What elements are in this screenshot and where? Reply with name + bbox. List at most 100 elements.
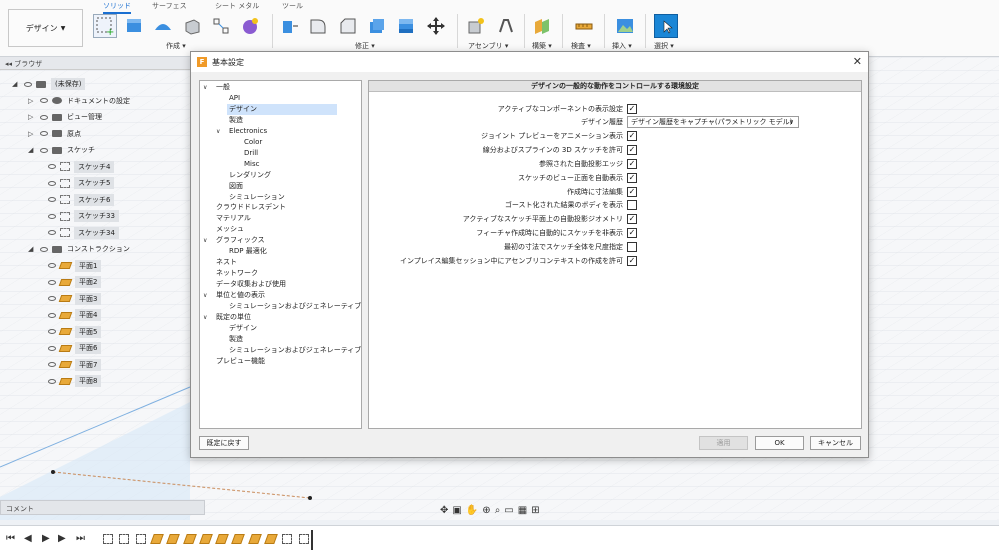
visibility-eye-icon[interactable] — [48, 213, 56, 219]
browser-item[interactable]: 平面2 — [48, 275, 102, 289]
tree-node[interactable]: ∨ 単位と値の表示 — [203, 290, 265, 301]
browser-item[interactable]: ◢ コンストラクション — [28, 242, 130, 256]
tree-node[interactable]: データ収集および使用 — [214, 279, 286, 290]
browser-item[interactable]: ◢ スケッチ — [28, 143, 95, 157]
timeline-plane-icon[interactable] — [166, 534, 181, 544]
tree-node[interactable]: デザイン — [227, 323, 257, 334]
setting-checkbox[interactable] — [627, 200, 637, 211]
visibility-eye-icon[interactable] — [48, 329, 56, 334]
tree-node[interactable]: シミュレーションおよびジェネレーティブ デザイン — [227, 345, 361, 356]
browser-item[interactable]: スケッチ5 — [48, 176, 115, 190]
timeline-plane-icon[interactable] — [182, 534, 197, 544]
visibility-eye-icon[interactable] — [48, 180, 56, 186]
chevron-down-icon[interactable]: ∨ — [203, 312, 207, 323]
visibility-eye-icon[interactable] — [40, 131, 48, 136]
browser-item[interactable]: スケッチ33 — [48, 209, 119, 223]
expand-icon[interactable]: ◢ — [12, 80, 20, 88]
group-assemble[interactable]: アセンブリ ▾ — [468, 41, 508, 51]
group-create[interactable]: 作成 ▾ — [166, 41, 186, 51]
timeline-sketch-icon[interactable] — [135, 534, 146, 544]
tree-node[interactable]: レンダリング — [227, 170, 271, 181]
form-icon[interactable] — [238, 14, 262, 38]
close-icon[interactable]: ✕ — [853, 55, 862, 68]
setting-checkbox[interactable]: ✓ — [627, 172, 637, 183]
visibility-eye-icon[interactable] — [48, 362, 56, 367]
tree-node[interactable]: ∨ Electronics — [216, 126, 267, 137]
new-component-icon[interactable] — [464, 14, 488, 38]
tree-node[interactable]: ∨ 既定の単位 — [203, 312, 251, 323]
group-modify[interactable]: 修正 ▾ — [355, 41, 375, 51]
tree-node[interactable]: シミュレーション — [227, 192, 285, 203]
setting-checkbox[interactable]: ✓ — [627, 186, 637, 197]
group-insert[interactable]: 挿入 ▾ — [612, 41, 632, 51]
visibility-eye-icon[interactable] — [48, 378, 56, 384]
visibility-eye-icon[interactable] — [40, 114, 48, 120]
browser-item[interactable]: ▷ ビュー管理 — [28, 110, 102, 124]
setting-checkbox[interactable]: ✓ — [627, 228, 637, 239]
setting-checkbox[interactable]: ✓ — [627, 158, 637, 169]
chevron-down-icon[interactable]: ∨ — [203, 290, 207, 301]
pan-icon[interactable]: ✋ — [466, 505, 478, 516]
fit-icon[interactable]: ⌕ — [495, 505, 501, 516]
tree-node[interactable]: ネスト — [214, 257, 237, 268]
expand-icon[interactable]: ▷ — [28, 130, 36, 138]
collapse-icon[interactable]: ◂◂ — [5, 60, 12, 68]
tree-node[interactable]: クラウドドレスデント — [214, 202, 286, 213]
timeline-sketch-icon[interactable] — [119, 534, 130, 544]
tree-node[interactable]: シミュレーションおよびジェネレーティブ デザイン — [227, 301, 361, 312]
visibility-eye-icon[interactable] — [48, 164, 56, 169]
tree-node[interactable]: ∨ 一般 — [203, 82, 230, 93]
visibility-eye-icon[interactable] — [48, 296, 56, 301]
browser-item[interactable]: 平面7 — [48, 358, 102, 372]
setting-checkbox[interactable] — [627, 242, 637, 252]
tree-node[interactable]: マテリアル — [214, 213, 251, 224]
browser-item[interactable]: スケッチ4 — [48, 160, 115, 174]
apply-button[interactable]: 適用 — [699, 436, 748, 450]
setting-checkbox[interactable]: ✓ — [627, 214, 637, 225]
revolve-icon[interactable] — [151, 14, 175, 38]
timeline-sketch-icon[interactable] — [103, 534, 113, 544]
tab-tools[interactable]: ツール — [282, 1, 303, 11]
visibility-eye-icon[interactable] — [48, 230, 56, 235]
timeline-plane-icon[interactable] — [215, 534, 229, 544]
timeline-plane-icon[interactable] — [231, 534, 246, 544]
viewports-icon[interactable]: ⊞ — [531, 505, 539, 516]
timeline-plane-icon[interactable] — [264, 534, 278, 544]
chamfer-icon[interactable] — [336, 14, 360, 38]
step-forward-icon[interactable]: ▶ — [58, 533, 66, 544]
move-icon[interactable] — [424, 14, 448, 38]
workspace-switcher[interactable]: デザイン ▼ — [8, 9, 83, 47]
tree-node[interactable]: プレビュー機能 — [214, 356, 265, 367]
visibility-eye-icon[interactable] — [48, 263, 56, 268]
chevron-down-icon[interactable]: ∨ — [203, 235, 207, 246]
reset-defaults-button[interactable]: 既定に戻す — [199, 436, 249, 450]
browser-item[interactable]: 平面1 — [48, 259, 102, 273]
go-to-start-icon[interactable]: ⏮ — [6, 533, 15, 544]
group-select[interactable]: 選択 ▾ — [654, 41, 674, 51]
orbit-icon[interactable]: ✥ — [440, 505, 448, 516]
visibility-eye-icon[interactable] — [24, 81, 32, 87]
measure-icon[interactable] — [572, 14, 596, 38]
setting-checkbox[interactable]: ✓ — [627, 103, 637, 114]
browser-item[interactable]: ▷ ドキュメントの設定 — [28, 94, 130, 108]
group-construct[interactable]: 構築 ▾ — [532, 41, 552, 51]
tab-solid[interactable]: ソリッド — [103, 1, 131, 14]
step-back-icon[interactable]: ◀ — [24, 533, 32, 544]
comment-bar[interactable]: コメント — [0, 500, 205, 515]
setting-checkbox[interactable]: ✓ — [627, 131, 637, 142]
browser-item[interactable]: 平面3 — [48, 292, 102, 306]
visibility-eye-icon[interactable] — [40, 98, 48, 103]
setting-checkbox[interactable]: ✓ — [627, 255, 637, 266]
browser-header[interactable]: ◂◂ ブラウザ — [0, 57, 190, 70]
tree-node[interactable]: RDP 最適化 — [227, 246, 267, 257]
timeline-plane-icon[interactable] — [247, 534, 262, 544]
chevron-down-icon[interactable]: ∨ — [203, 82, 207, 93]
browser-item[interactable]: ▷ 原点 — [28, 127, 81, 141]
display-settings-icon[interactable]: ▭ — [504, 505, 513, 516]
pattern-icon[interactable] — [209, 14, 233, 38]
press-pull-icon[interactable] — [278, 14, 302, 38]
combine-icon[interactable] — [394, 14, 418, 38]
look-at-icon[interactable]: ▣ — [452, 505, 461, 516]
browser-item[interactable]: 平面6 — [48, 341, 102, 355]
chevron-down-icon[interactable]: ∨ — [216, 126, 220, 137]
